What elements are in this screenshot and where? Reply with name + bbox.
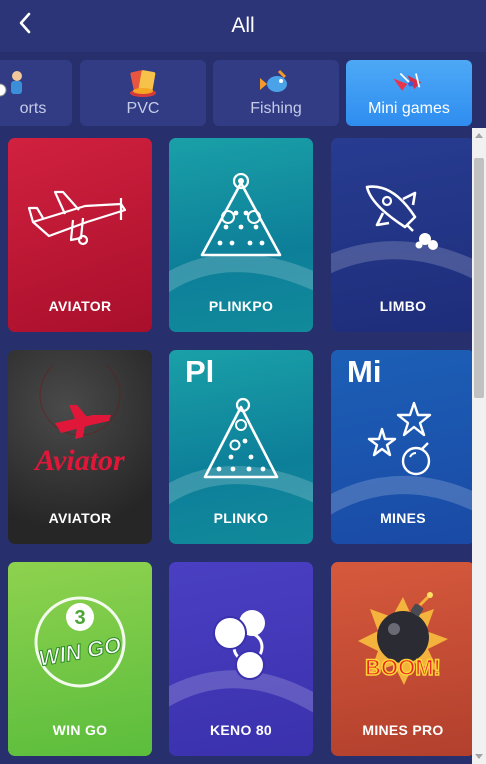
game-name: KENO 80 xyxy=(209,722,272,738)
svg-text:Aviator: Aviator xyxy=(33,444,125,477)
category-tabs: orts PVC Fishing Mini games xyxy=(0,60,486,128)
tab-mini-games[interactable]: Mini games xyxy=(346,60,472,126)
rocket-icon xyxy=(331,138,472,298)
tab-label: PVC xyxy=(126,100,160,117)
game-card-mines[interactable]: Mi MINES xyxy=(331,350,472,544)
game-name: MINES PRO xyxy=(362,722,444,738)
plinko-triangle-icon xyxy=(169,360,313,520)
game-name: LIMBO xyxy=(379,298,427,314)
keno-balls-icon xyxy=(169,562,313,722)
tab-label: Mini games xyxy=(368,100,450,117)
aviator-logo-icon: Aviator xyxy=(8,350,152,510)
game-card-aviator[interactable]: AVIATOR xyxy=(8,138,152,332)
plinko-triangle-icon xyxy=(169,138,313,298)
game-card-mines-pro[interactable]: BOOM! MINES PRO xyxy=(331,562,472,756)
tab-label: orts xyxy=(19,100,47,117)
bomb-icon: BOOM! xyxy=(331,562,472,722)
stars-bomb-icon xyxy=(331,360,472,520)
scrollbar[interactable] xyxy=(472,128,486,764)
scroll-down-arrow-icon[interactable] xyxy=(475,754,483,759)
game-card-plinko[interactable]: Pl PLINKO xyxy=(169,350,313,544)
game-card-aviator-2[interactable]: Aviator AVIATOR xyxy=(8,350,152,544)
game-name: WIN GO xyxy=(52,722,108,738)
fish-icon xyxy=(257,68,295,98)
cards-chips-icon xyxy=(124,68,162,98)
games-grid: AVIATOR PLINKPO LIMBO Aviator AVIATOR Pl… xyxy=(0,128,472,764)
svg-text:WIN GO: WIN GO xyxy=(37,632,123,671)
top-bar: All xyxy=(0,0,486,52)
game-card-limbo[interactable]: LIMBO xyxy=(331,138,472,332)
scroll-up-arrow-icon[interactable] xyxy=(475,133,483,138)
game-card-win-go[interactable]: 3 WIN GO WIN GO xyxy=(8,562,152,756)
svg-text:3: 3 xyxy=(74,607,85,629)
sports-icon xyxy=(0,68,28,98)
game-name: MINES xyxy=(380,510,426,526)
game-name: AVIATOR xyxy=(48,298,112,314)
game-name: PLINKPO xyxy=(208,298,274,314)
tab-pvc[interactable]: PVC xyxy=(80,60,206,126)
game-name: AVIATOR xyxy=(48,510,112,526)
page-title: All xyxy=(231,14,255,37)
tab-fishing[interactable]: Fishing xyxy=(213,60,339,126)
svg-text:BOOM!: BOOM! xyxy=(365,655,441,680)
scroll-thumb[interactable] xyxy=(474,158,484,398)
plane-icon xyxy=(8,138,152,298)
tab-label: Fishing xyxy=(250,100,302,117)
back-arrow-icon[interactable] xyxy=(10,8,40,38)
wingo-ball-icon: 3 WIN GO xyxy=(8,562,152,722)
game-card-plinkpo[interactable]: PLINKPO xyxy=(169,138,313,332)
planes-icon xyxy=(390,68,428,98)
game-name: PLINKO xyxy=(213,510,269,526)
tab-sports[interactable]: orts xyxy=(0,60,72,126)
game-card-keno-80[interactable]: KENO 80 xyxy=(169,562,313,756)
